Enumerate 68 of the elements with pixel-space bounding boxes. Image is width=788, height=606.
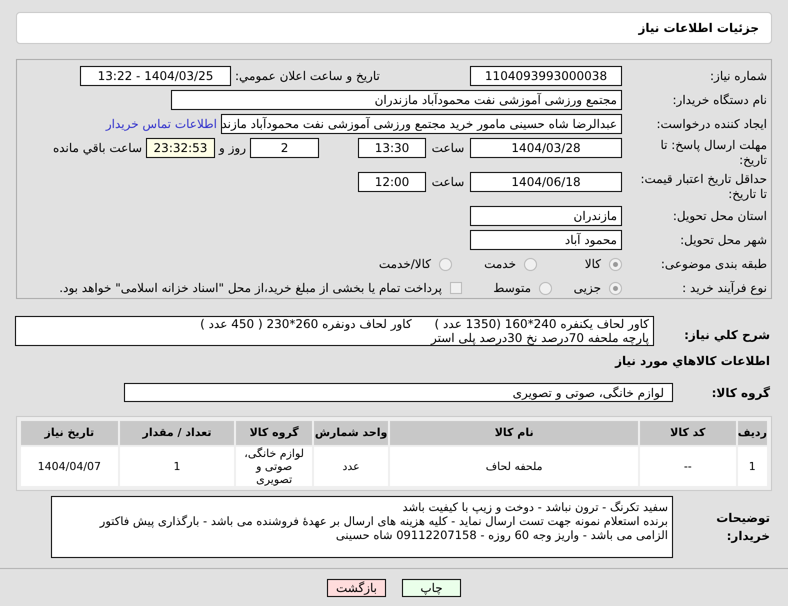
buyer-notes-box[interactable]: [51, 496, 673, 558]
treasury-note: پرداخت تمام یا بخشی از مبلغ خرید،از محل "اسناد خزانه اسلامی" خواهد بود.: [59, 280, 442, 297]
column-header: تعداد / مقدار: [120, 421, 234, 445]
field-label: حداقل تاریخ اعتبار قیمت: تا تاریخ:: [639, 172, 768, 202]
input-field[interactable]: 1104093993000038: [470, 66, 622, 86]
time-label: ساعت: [430, 140, 466, 157]
table-cell: --: [640, 447, 736, 486]
description-line: پارچه ملحفه 70درصد نخ 30درصد پلی استر: [430, 331, 649, 345]
field-label: شماره نیاز:: [709, 68, 768, 84]
table-cell: 1404/04/07: [21, 447, 118, 486]
table-cell: 1: [738, 447, 767, 486]
field-label: تاریخ و ساعت اعلان عمومي:: [235, 68, 381, 84]
input-field[interactable]: مازندران: [470, 206, 622, 226]
radio-button[interactable]: [609, 282, 622, 294]
radio-button[interactable]: [609, 258, 622, 270]
field-label: طبقه بندی موضوعی:: [660, 256, 768, 272]
buyer-contact-link[interactable]: اطلاعات تماس خریدار: [106, 115, 217, 133]
section-heading: اطلاعات کالاهاي مورد نياز: [615, 354, 770, 368]
input-field[interactable]: 1404/03/28: [470, 138, 622, 158]
field-label: شرح کلي نیاز:: [683, 327, 771, 344]
column-header: کد کالا: [640, 421, 736, 445]
table-cell: عدد: [314, 447, 388, 486]
field-label: نام دستگاه خریدار:: [672, 92, 768, 108]
countdown-field[interactable]: 23:32:53: [146, 138, 215, 158]
print-button[interactable]: چاپ: [402, 579, 461, 597]
column-header: نام کالا: [390, 421, 638, 445]
radio-button[interactable]: [539, 282, 552, 294]
field-label: توضیحات خریدار:: [715, 510, 771, 545]
radio-label: جزیی: [574, 280, 601, 297]
column-header: تاریخ نیاز: [21, 421, 118, 445]
field-label: گروه کالا:: [710, 384, 771, 402]
radio-label: خدمت: [484, 256, 516, 273]
note-line: الزامی می باشد - واریز وجه 60 روزه - 09112207158 شاه حسینی: [334, 528, 668, 542]
description-box[interactable]: کاور لحاف یکنفره 240*160 (1350 عدد ) کاور لحاف دونفره 260*230 ( 450 عدد ) پارچه ملحفه 70درصد نخ 30درصد پلی استر: [15, 316, 654, 346]
input-field[interactable]: محمود آباد: [470, 230, 622, 250]
input-field[interactable]: 13:30: [358, 138, 426, 158]
page-title: جزئیات اطلاعات نیاز: [638, 20, 759, 37]
radio-button[interactable]: [524, 258, 537, 270]
radio-label: کالا: [584, 256, 601, 273]
goods-group-field[interactable]: لوازم خانگی، صوتی و تصویری: [124, 383, 673, 402]
input-field[interactable]: 2: [250, 138, 319, 158]
field-label: نوع فرآیند خرید :: [681, 280, 768, 296]
radio-label: متوسط: [493, 280, 531, 297]
time-label: ساعت: [430, 174, 466, 191]
back-button[interactable]: بازگشت: [327, 579, 386, 597]
days-label: روز و: [218, 140, 247, 157]
field-label: شهر محل تحویل:: [679, 232, 768, 248]
input-field[interactable]: عبدالرضا شاه حسینی مامور خرید مجتمع ورزشی آموزشی نفت محمودآباد مازند: [221, 114, 622, 134]
column-header: ردیف: [738, 421, 767, 445]
input-field[interactable]: 1404/03/25 - 13:22: [80, 66, 231, 86]
radio-label: کالا/خدمت: [378, 256, 431, 273]
note-line: برنده استعلام نمونه جهت تست ارسال نماید - کلیه هزینه های ارسال بر عهدۀ فروشنده می باشد - بارگذاری پیش فاکتور: [98, 514, 668, 528]
checkbox[interactable]: [450, 282, 462, 294]
column-header: گروه کالا: [236, 421, 312, 445]
input-field[interactable]: 1404/06/18: [470, 172, 622, 192]
field-label: استان محل تحویل:: [672, 208, 768, 224]
note-line: سفید تکرنگ - ترون نباشد - دوخت و زیپ با کیفیت باشد: [401, 500, 668, 514]
field-label: ایجاد کننده درخواست:: [655, 116, 768, 132]
column-header: واحد شمارش: [314, 421, 388, 445]
field-label: مهلت ارسال پاسخ: تا تاریخ:: [659, 138, 768, 168]
input-field[interactable]: مجتمع ورزشی آموزشی نفت محمودآباد مازندران: [171, 90, 622, 110]
description-line: کاور لحاف یکنفره 240*160 (1350 عدد ) کاور لحاف دونفره 260*230 ( 450 عدد ): [199, 317, 649, 331]
table-cell: لوازم خانگی، صوتی و تصویری: [236, 447, 312, 486]
remaining-label: ساعت باقي مانده: [52, 140, 143, 157]
input-field[interactable]: 12:00: [358, 172, 426, 192]
table-cell: 1: [120, 447, 234, 486]
radio-button[interactable]: [439, 258, 452, 270]
table-cell: ملحفه لحاف: [390, 447, 638, 486]
